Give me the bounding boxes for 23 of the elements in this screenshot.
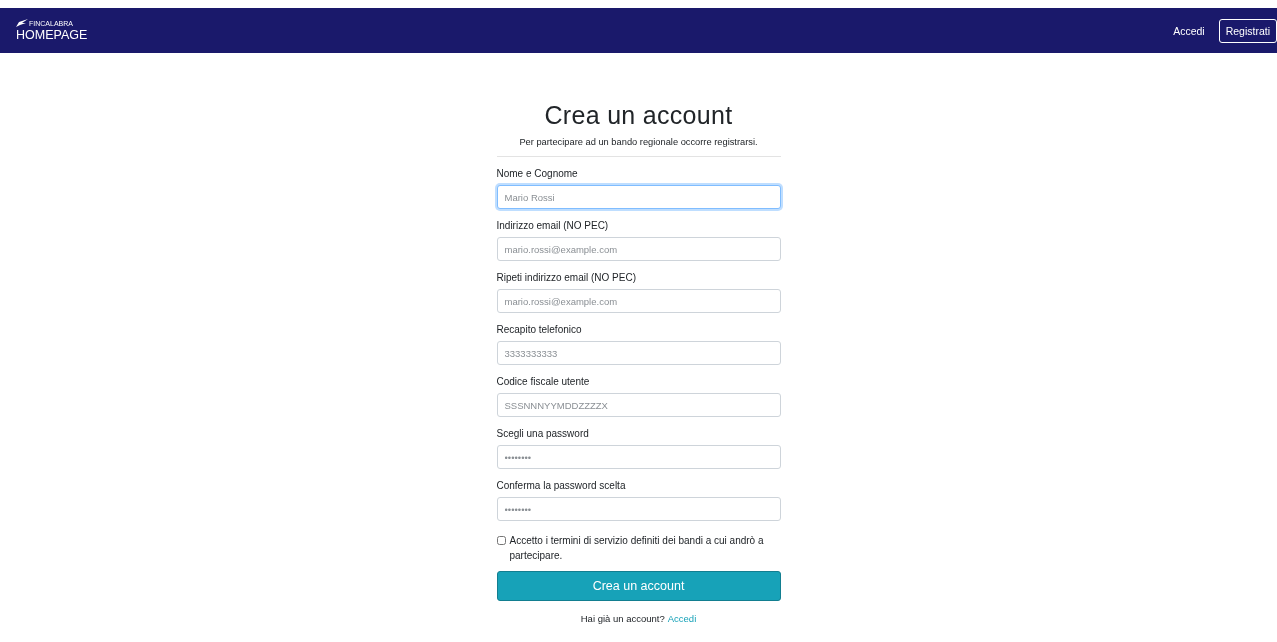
field-label: Codice fiscale utente — [496, 376, 591, 387]
wing-logo-icon — [16, 19, 28, 27]
input-field[interactable]: SSSNNNYYMDDZZZZX — [496, 393, 781, 417]
footer-text: Hai già un account? — [580, 613, 665, 624]
input-field[interactable]: mario.rossi@example.com — [496, 289, 781, 313]
input-field[interactable]: •••••••• — [496, 445, 781, 469]
terms-checkbox[interactable] — [496, 536, 506, 545]
field-label: Conferma la password scelta — [496, 480, 627, 491]
input-field[interactable]: •••••••• — [496, 497, 781, 521]
input-field[interactable]: Mario Rossi — [496, 185, 781, 209]
field-label: Ripeti indirizzo email (NO PEC) — [496, 272, 637, 283]
field-label: Recapito telefonico — [496, 324, 583, 335]
register-button[interactable]: Registrati — [1218, 18, 1277, 43]
field-label: Nome e Cognome — [496, 168, 579, 179]
subtitle: Per partecipare ad un bando regionale occorre registrarsi. — [496, 137, 781, 157]
field-label: Scegli una password — [496, 428, 590, 439]
terms-label: Accetto i termini di servizio definiti dei bandi a cui andrò a partecipare. — [509, 534, 765, 563]
input-field[interactable]: 3333333333 — [496, 341, 781, 365]
login-link[interactable]: Accedi — [1173, 24, 1205, 37]
page-title: Crea un account — [543, 101, 734, 130]
homepage-link[interactable]: HOMEPAGE — [16, 28, 88, 42]
input-field[interactable]: mario.rossi@example.com — [496, 237, 781, 261]
field-label: Indirizzo email (NO PEC) — [496, 220, 610, 231]
